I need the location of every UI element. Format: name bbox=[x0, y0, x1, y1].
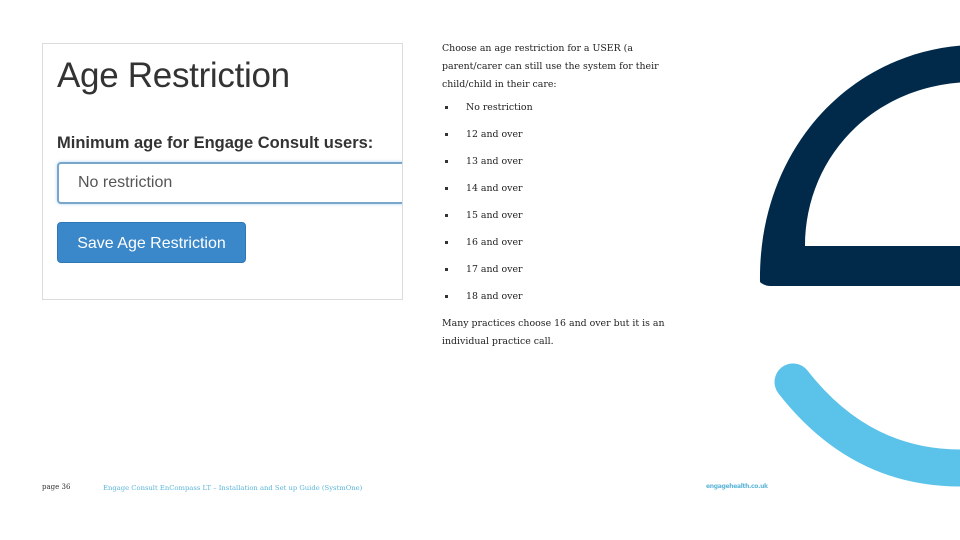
save-age-restriction-button[interactable]: Save Age Restriction bbox=[57, 222, 246, 263]
age-option-item: 13 and over bbox=[442, 148, 692, 175]
age-option-item: 16 and over bbox=[442, 229, 692, 256]
bullet-icon bbox=[445, 106, 448, 109]
age-option-label: 15 and over bbox=[466, 210, 523, 221]
bullet-icon bbox=[445, 241, 448, 244]
bullet-icon bbox=[445, 187, 448, 190]
age-options-list: No restriction 12 and over 13 and over 1… bbox=[442, 94, 692, 310]
footer-website-link[interactable]: engagehealth.co.uk bbox=[706, 483, 768, 490]
age-option-item: No restriction bbox=[442, 94, 692, 121]
minimum-age-label: Minimum age for Engage Consult users: bbox=[57, 134, 374, 152]
instructions-text: Choose an age restriction for a USER (a … bbox=[442, 40, 692, 351]
age-option-item: 18 and over bbox=[442, 283, 692, 310]
age-option-item: 17 and over bbox=[442, 256, 692, 283]
minimum-age-select[interactable]: No restriction bbox=[57, 162, 402, 204]
bullet-icon bbox=[445, 268, 448, 271]
bullet-icon bbox=[445, 295, 448, 298]
bullet-icon bbox=[445, 214, 448, 217]
instructions-outro: Many practices choose 16 and over but it… bbox=[442, 318, 665, 347]
age-option-label: 16 and over bbox=[466, 237, 523, 248]
age-option-label: 14 and over bbox=[466, 183, 523, 194]
instructions-intro: Choose an age restriction for a USER (a … bbox=[442, 43, 659, 90]
age-option-label: No restriction bbox=[466, 102, 533, 113]
age-option-item: 15 and over bbox=[442, 202, 692, 229]
bullet-icon bbox=[445, 133, 448, 136]
age-option-label: 17 and over bbox=[466, 264, 523, 275]
age-option-item: 12 and over bbox=[442, 121, 692, 148]
age-option-label: 13 and over bbox=[466, 156, 523, 167]
logo-lightblue-arc-icon bbox=[774, 363, 960, 487]
bullet-icon bbox=[445, 160, 448, 163]
age-option-label: 12 and over bbox=[466, 129, 523, 140]
age-restriction-screenshot: Age Restriction Minimum age for Engage C… bbox=[42, 43, 403, 300]
page-number: page 36 bbox=[42, 483, 71, 491]
logo-navy-arc-icon bbox=[759, 45, 960, 286]
age-option-label: 18 and over bbox=[466, 291, 523, 302]
minimum-age-select-value: No restriction bbox=[78, 174, 173, 191]
age-option-item: 14 and over bbox=[442, 175, 692, 202]
footer-document-title: Engage Consult EnCompass LT – Installati… bbox=[103, 484, 363, 492]
age-restriction-title: Age Restriction bbox=[57, 56, 290, 95]
